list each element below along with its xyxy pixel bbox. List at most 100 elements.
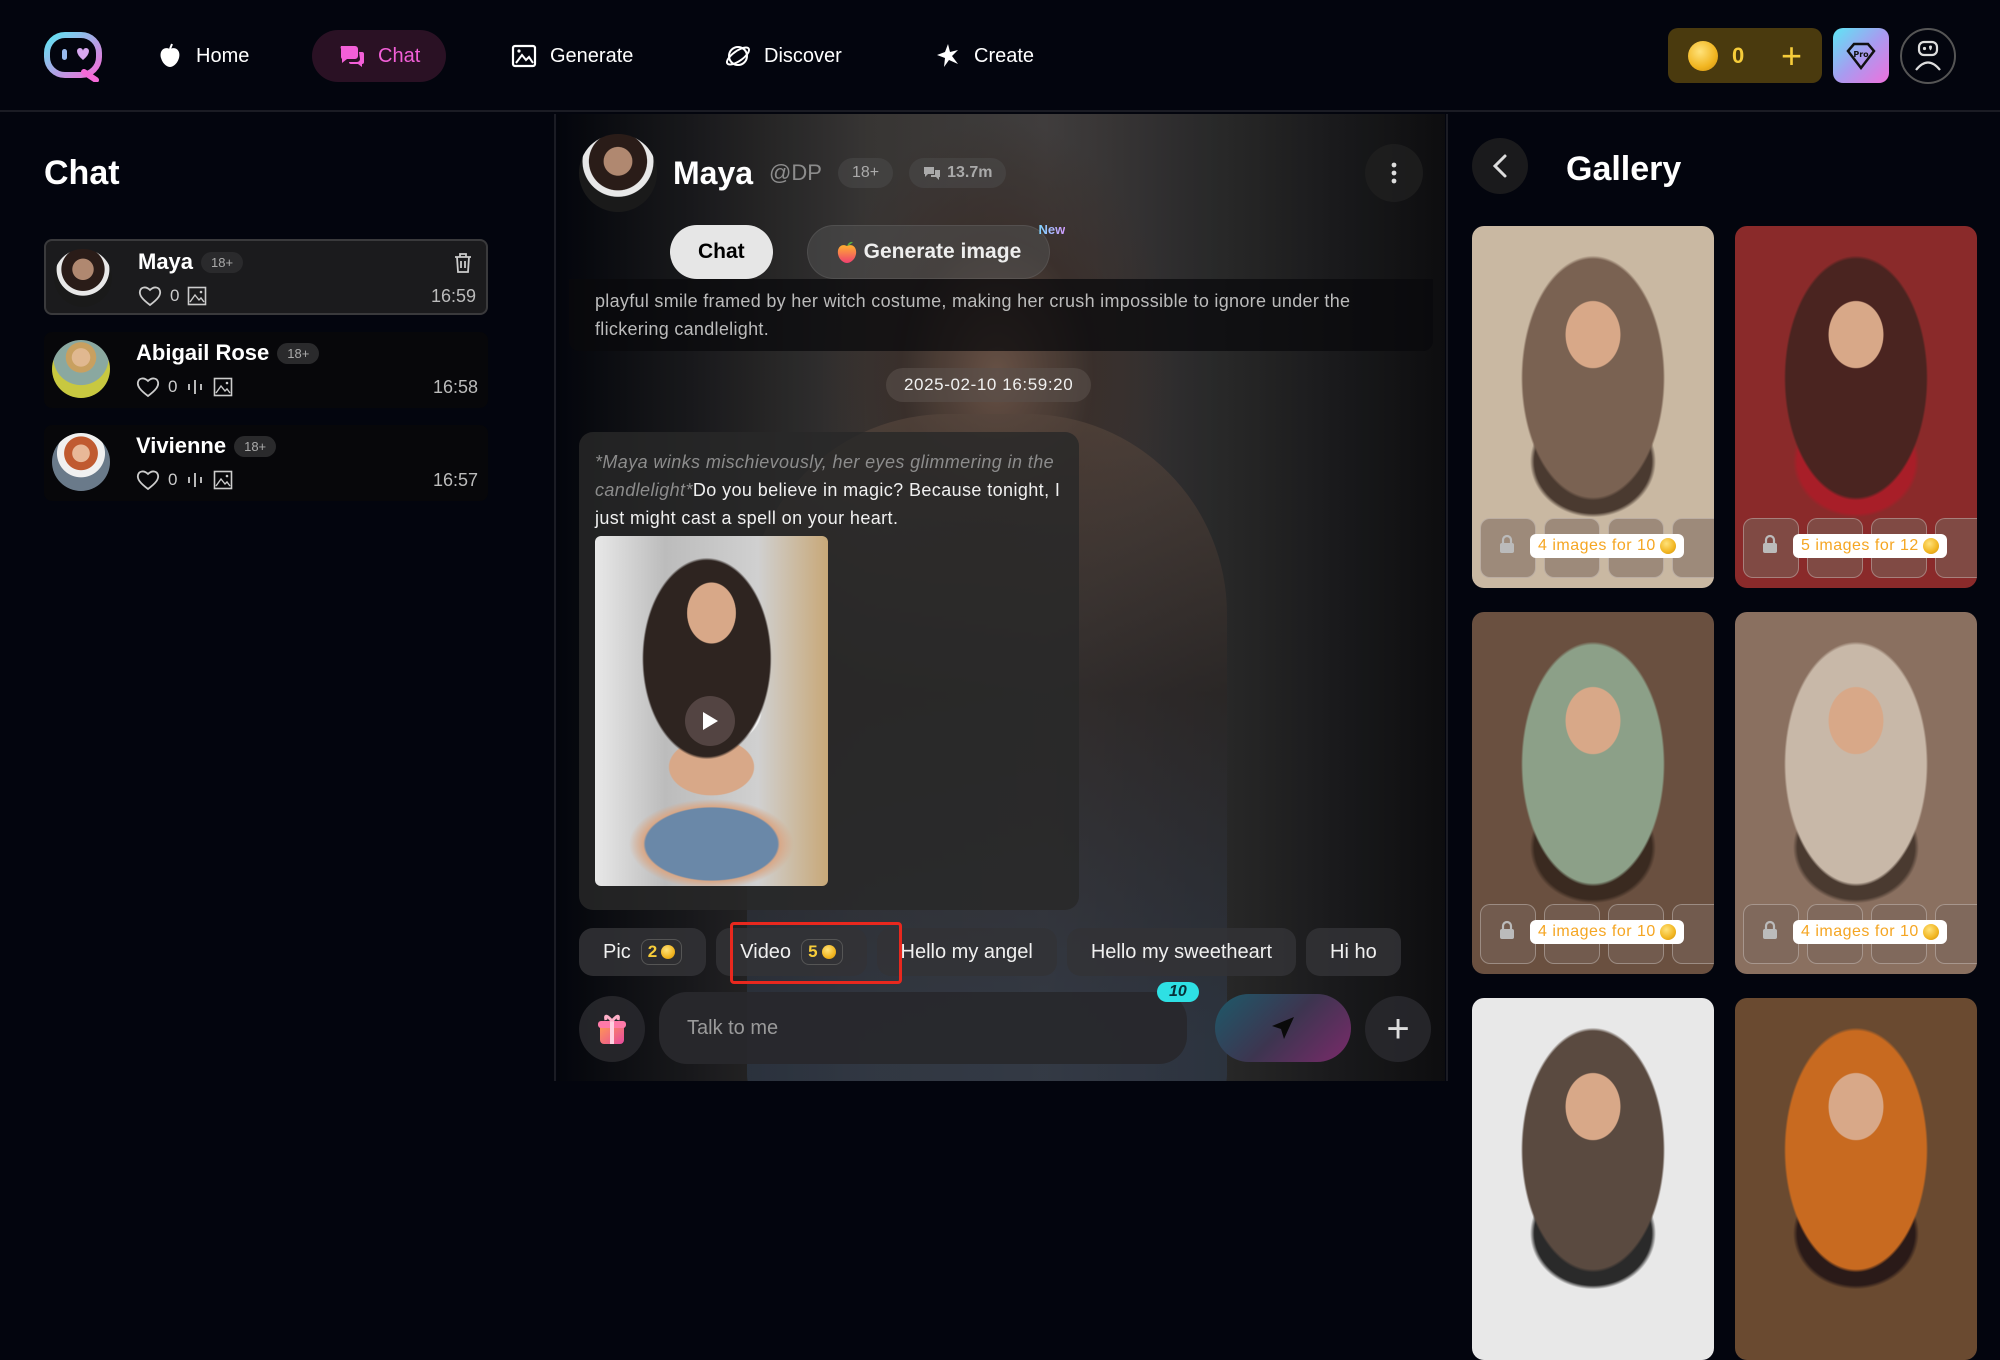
- chat-list-item[interactable]: Abigail Rose 18+ 0 16:58: [44, 332, 488, 408]
- unlock-price-badge[interactable]: 4 images for 10: [1530, 920, 1684, 944]
- app-logo[interactable]: [44, 32, 106, 83]
- age-badge: 18+: [837, 158, 894, 188]
- unlock-price-badge[interactable]: 4 images for 10: [1530, 534, 1684, 558]
- message-timestamp: 2025-02-10 16:59:20: [886, 368, 1092, 402]
- chat-count-badge: 13.7m: [909, 158, 1007, 188]
- message-bubble: *Maya winks mischievously, her eyes glim…: [579, 432, 1079, 910]
- unlock-price-text: 4 images for 10: [1538, 537, 1656, 554]
- composer: 10 +: [579, 982, 1445, 1064]
- coin-balance[interactable]: 0 +: [1668, 28, 1822, 83]
- sidebar-title: Chat: [44, 154, 120, 192]
- peach-icon: [160, 43, 180, 67]
- unlock-price-badge[interactable]: 4 images for 10: [1793, 920, 1947, 944]
- cost-badge: 2: [640, 939, 683, 965]
- gallery-card[interactable]: 5 images for 12: [1735, 226, 1977, 588]
- chat-bubbles-icon: [924, 167, 941, 180]
- lock-icon: [1763, 534, 1777, 553]
- character-description: playful smile framed by her witch costum…: [569, 279, 1433, 351]
- chat-list-item[interactable]: Maya 18+ 0 16:59: [44, 239, 488, 315]
- quick-reply[interactable]: Hi ho: [1306, 928, 1401, 976]
- more-vertical-icon: [1391, 162, 1397, 184]
- quick-reply[interactable]: Hello my angel: [876, 928, 1057, 976]
- nav-discover[interactable]: Discover: [698, 30, 868, 82]
- chat-count: 13.7m: [947, 164, 993, 181]
- age-badge: 18+: [234, 435, 277, 457]
- user-profile-button[interactable]: [1900, 28, 1956, 84]
- tab-generate-image[interactable]: Generate image New: [806, 222, 1065, 279]
- unlock-price-badge[interactable]: 5 images for 12: [1793, 534, 1947, 558]
- gallery-card[interactable]: 4 images for 10: [1472, 226, 1714, 588]
- quick-action-pic[interactable]: Pic 2: [579, 928, 707, 976]
- image-icon: [511, 44, 537, 68]
- coin-icon: [1922, 924, 1939, 940]
- chat-list-item[interactable]: Vivienne 18+ 0 16:57: [44, 425, 488, 501]
- coin-icon: [1659, 924, 1676, 940]
- nav-generate[interactable]: Generate: [484, 30, 659, 82]
- chat-panel: Maya @DP 18+ 13.7m Chat Generate image N…: [557, 114, 1445, 1081]
- unlock-price-text: 5 images for 12: [1801, 537, 1919, 554]
- chat-time: 16:58: [432, 377, 478, 397]
- add-coins-button[interactable]: +: [1781, 37, 1802, 74]
- cost-badge: 5: [801, 939, 843, 965]
- user-avatar-icon: [1915, 40, 1941, 71]
- unlock-price-text: 4 images for 10: [1801, 923, 1919, 940]
- nav-discover-label: Discover: [764, 44, 842, 67]
- gift-button[interactable]: [579, 996, 645, 1062]
- more-options-button[interactable]: [1365, 144, 1423, 202]
- gallery-panel: Gallery 4 images for 10 5 images for 12 4 …: [1446, 114, 2000, 1360]
- chat-name: Maya: [138, 249, 194, 274]
- planet-icon: [725, 46, 751, 66]
- character-name: Maya: [673, 154, 754, 191]
- image-icon: [214, 470, 233, 490]
- message-input[interactable]: [659, 992, 1187, 1064]
- age-badge: 18+: [277, 342, 320, 364]
- nav-home[interactable]: Home: [130, 30, 275, 82]
- play-button[interactable]: [685, 696, 735, 746]
- add-button[interactable]: +: [1365, 996, 1431, 1062]
- trash-icon[interactable]: [452, 251, 474, 275]
- image-icon: [188, 286, 207, 306]
- gallery-title: Gallery: [1566, 150, 1682, 188]
- chat-name: Abigail Rose: [136, 340, 270, 365]
- character-avatar[interactable]: [579, 134, 657, 212]
- top-navigation: Home Chat Generate Discover Create 0 + P…: [0, 0, 2000, 112]
- tab-chat[interactable]: Chat: [670, 225, 773, 279]
- like-count: 0: [168, 377, 178, 396]
- new-tag: New: [1038, 222, 1066, 237]
- message-video[interactable]: [595, 536, 828, 886]
- gallery-card[interactable]: [1735, 998, 1977, 1360]
- like-count: 0: [170, 286, 180, 305]
- gallery-card[interactable]: 4 images for 10: [1735, 612, 1977, 974]
- nav-chat[interactable]: Chat: [312, 30, 447, 82]
- back-button[interactable]: [1472, 138, 1528, 194]
- lock-icon: [1500, 534, 1514, 553]
- cost-value: 2: [647, 942, 658, 961]
- voice-icon: [188, 473, 203, 487]
- pro-button[interactable]: Pro: [1833, 28, 1889, 83]
- chat-name: Vivienne: [136, 433, 227, 458]
- heart-icon: [138, 286, 162, 307]
- send-button[interactable]: [1215, 994, 1351, 1062]
- gallery-card[interactable]: 4 images for 10: [1472, 612, 1714, 974]
- coin-icon: [1659, 538, 1676, 554]
- message-text: *Maya winks mischievously, her eyes glim…: [595, 448, 1063, 532]
- diamond-icon: Pro: [1846, 42, 1876, 70]
- image-icon: [214, 377, 233, 397]
- chevron-left-icon: [1492, 154, 1507, 178]
- remaining-messages-badge: 10: [1157, 982, 1199, 1002]
- chat-time: 16:57: [432, 470, 478, 490]
- heart-icon: [136, 377, 160, 398]
- lock-icon: [1500, 920, 1514, 939]
- quick-action-label: Video: [740, 940, 792, 963]
- quick-reply[interactable]: Hello my sweetheart: [1066, 928, 1297, 976]
- coin-count: 0: [1732, 42, 1745, 68]
- coin-icon: [661, 945, 676, 959]
- nav-create[interactable]: Create: [908, 30, 1060, 82]
- nav-generate-label: Generate: [550, 44, 634, 67]
- gallery-card[interactable]: [1472, 998, 1714, 1360]
- quick-action-video[interactable]: Video 5: [716, 928, 867, 976]
- heart-icon: [136, 470, 160, 491]
- character-header: Maya @DP 18+ 13.7m: [579, 134, 1007, 212]
- avatar: [52, 433, 110, 491]
- lock-icon: [1763, 920, 1777, 939]
